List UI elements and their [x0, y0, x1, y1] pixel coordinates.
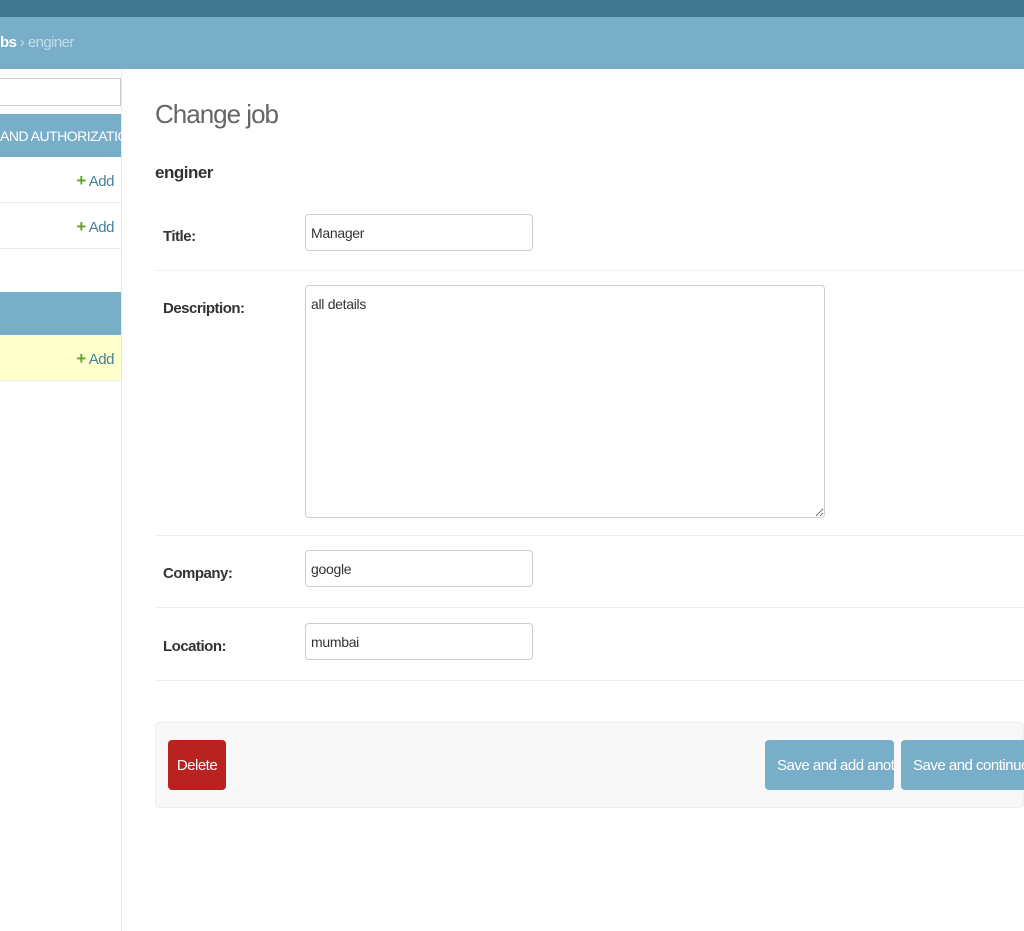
site-header [0, 0, 1024, 17]
location-input[interactable] [305, 623, 533, 660]
breadcrumb-current: enginer [27, 34, 74, 51]
breadcrumb-separator: › [19, 34, 25, 51]
plus-icon: + [76, 349, 86, 368]
sidebar-model-row[interactable]: + Add [0, 157, 121, 203]
page-title: Change job [155, 99, 279, 129]
location-label: Location: [163, 638, 227, 655]
title-label: Title: [163, 228, 196, 245]
plus-icon: + [76, 217, 86, 236]
breadcrumb-model-link[interactable]: bs [0, 34, 17, 51]
submit-row: Delete Save and add another Save and con… [155, 722, 1024, 808]
save-and-add-another-button[interactable]: Save and add another [765, 740, 894, 790]
module-caption-auth[interactable]: AND AUTHORIZATION [0, 114, 121, 157]
description-label: Description: [163, 300, 245, 317]
form-row-description: Description: all details [155, 271, 1024, 536]
module-caption-jobs[interactable] [0, 292, 121, 335]
add-link[interactable]: + Add [76, 349, 114, 369]
title-input[interactable] [305, 214, 533, 251]
breadcrumb: bs › enginer [0, 17, 1024, 69]
add-link[interactable]: + Add [76, 217, 114, 237]
nav-sidebar: AND AUTHORIZATION +Add +Add +Add [0, 69, 122, 931]
sidebar-model-row[interactable]: + Add [0, 203, 121, 249]
company-label: Company: [163, 565, 233, 582]
delete-button[interactable]: Delete [168, 740, 226, 790]
form-row-company: Company: [155, 536, 1024, 608]
save-and-continue-button[interactable]: Save and continue editing [901, 740, 1024, 790]
add-link[interactable]: + Add [76, 171, 114, 191]
plus-icon: + [76, 171, 86, 190]
company-input[interactable] [305, 550, 533, 587]
form-row-title: Title: [155, 197, 1024, 271]
form-row-location: Location: [155, 608, 1024, 681]
object-name: enginer [155, 163, 213, 182]
sidebar-model-row-current[interactable]: + Add [0, 335, 121, 381]
description-textarea[interactable]: all details [305, 285, 825, 518]
sidebar-filter-input[interactable] [0, 78, 121, 106]
